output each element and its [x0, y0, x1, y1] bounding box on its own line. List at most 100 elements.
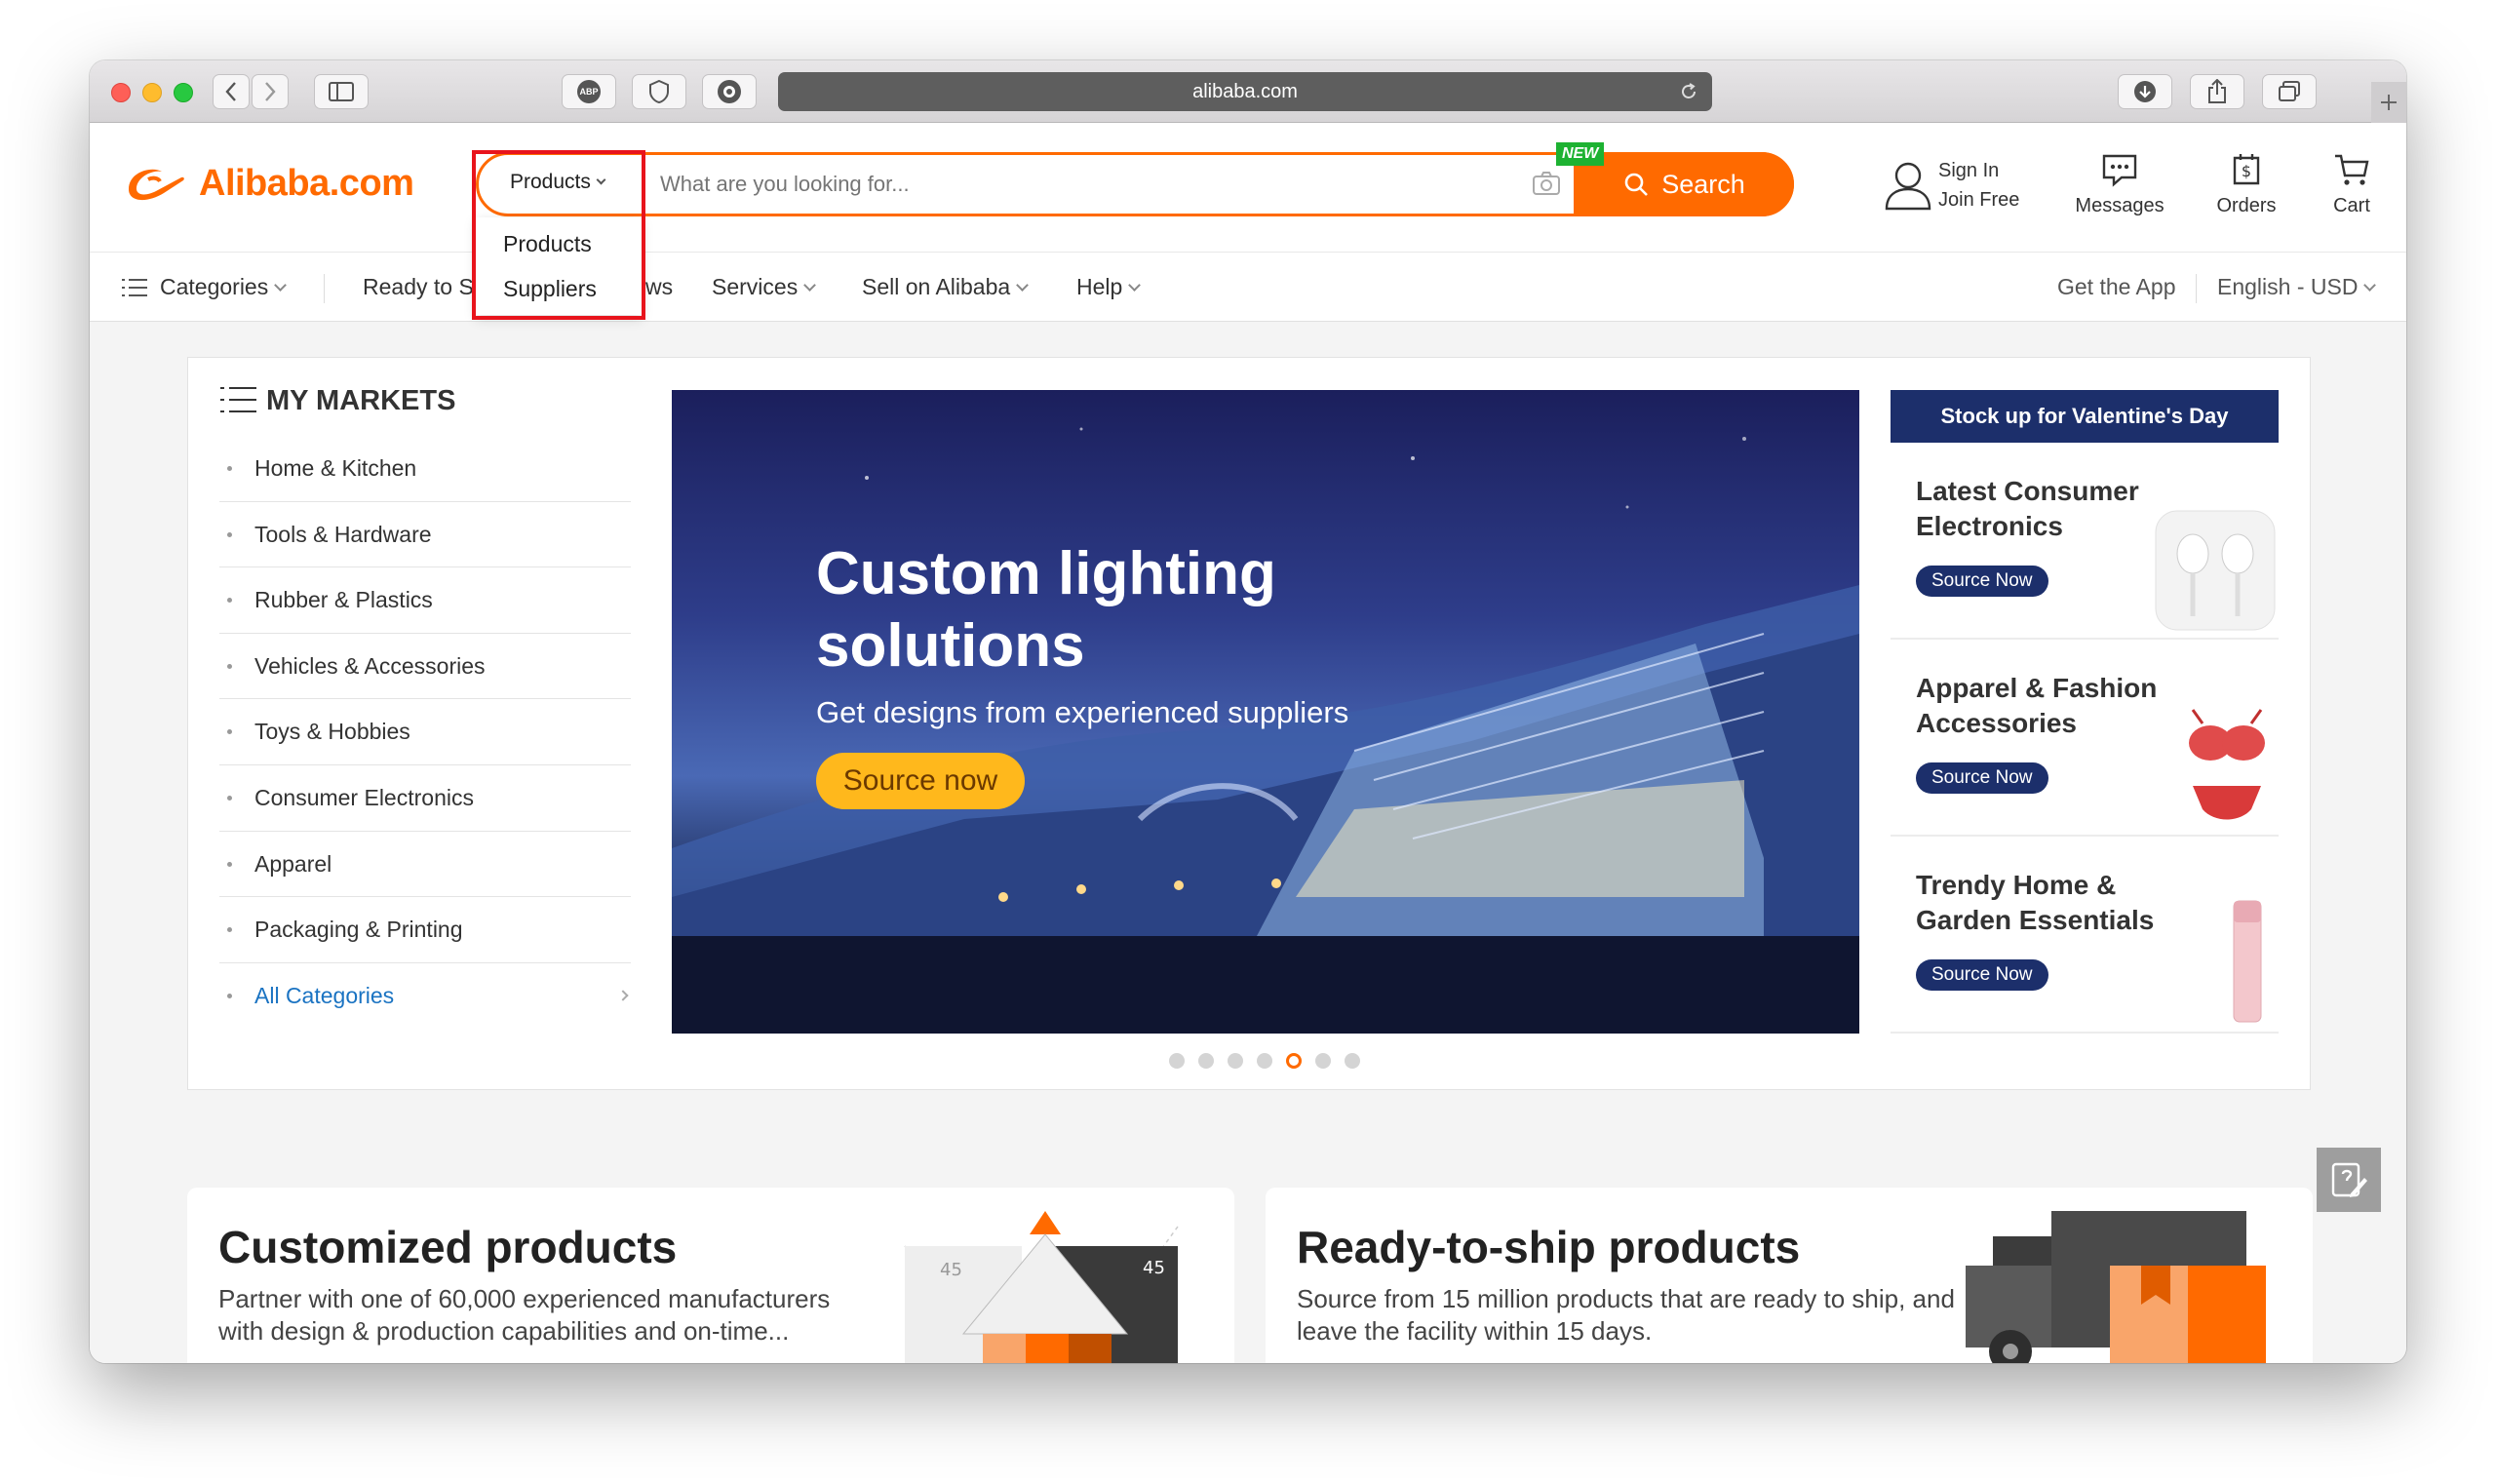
source-now-button[interactable]: Source Now: [1916, 762, 2048, 794]
orders-link[interactable]: $ Orders: [2207, 152, 2285, 217]
ready-to-ship-title: Ready-to-ship products: [1297, 1222, 1801, 1272]
new-tab-icon: [2381, 95, 2397, 110]
get-the-app-link[interactable]: Get the App: [2057, 274, 2175, 300]
address-bar[interactable]: alibaba.com: [778, 72, 1712, 111]
ready-to-ship-card[interactable]: Ready-to-ship products Source from 15 mi…: [1266, 1188, 2313, 1363]
nav-sell-label: Sell on Alibaba: [862, 274, 1011, 299]
market-item[interactable]: Tools & Hardware: [219, 502, 631, 568]
new-tab-button[interactable]: [2371, 82, 2406, 123]
join-free-link[interactable]: Join Free: [1938, 189, 2019, 212]
badge-number-right: 45: [1143, 1258, 1165, 1278]
nav-ready-to-ship-label: Ready to S: [363, 274, 474, 299]
carousel-dot[interactable]: [1228, 1053, 1243, 1069]
customized-products-card[interactable]: Customized products Partner with one of …: [187, 1188, 1234, 1363]
cart-label: Cart: [2333, 195, 2370, 216]
tab-overview-button[interactable]: [2262, 74, 2317, 109]
banner-title: Custom lighting solutions: [816, 538, 1276, 683]
search-input[interactable]: [660, 165, 1538, 204]
market-item[interactable]: Consumer Electronics: [219, 765, 631, 832]
share-button[interactable]: [2190, 74, 2244, 109]
market-item[interactable]: Apparel: [219, 832, 631, 898]
language-label: English - USD: [2217, 274, 2359, 299]
nav-services[interactable]: Services: [712, 274, 817, 300]
close-window-button[interactable]: [111, 83, 131, 102]
source-now-button[interactable]: Source Now: [1916, 566, 2048, 597]
privacy-extension-button[interactable]: [632, 74, 686, 109]
banner-source-now-button[interactable]: Source now: [816, 753, 1025, 809]
search-icon: [1624, 173, 1649, 196]
market-item[interactable]: Rubber & Plastics: [219, 567, 631, 634]
ready-to-ship-description: Source from 15 million products that are…: [1297, 1284, 1955, 1346]
url-text: alibaba.com: [1192, 80, 1298, 102]
hero-banner[interactable]: Custom lighting solutions Get designs fr…: [672, 390, 1859, 1034]
nav-categories[interactable]: Categories: [121, 274, 288, 300]
my-markets-heading: MY MARKETS: [219, 385, 455, 417]
nav-trade-shows[interactable]: ws: [645, 274, 673, 300]
svg-text:$: $: [2242, 162, 2251, 180]
feedback-icon: [2331, 1162, 2367, 1197]
adblock-extension-button[interactable]: ABP: [562, 74, 616, 109]
cart-link[interactable]: Cart: [2322, 152, 2381, 217]
camera-icon[interactable]: [1532, 171, 1561, 196]
alibaba-logo[interactable]: Alibaba.com: [123, 162, 414, 205]
truck-illustration: [1966, 1211, 2266, 1363]
downloads-button[interactable]: [2118, 74, 2172, 109]
earphones-image: [2155, 510, 2276, 631]
forward-icon: [265, 82, 276, 101]
promo-card-apparel[interactable]: Apparel & Fashion Accessories Source Now: [1891, 640, 2279, 837]
nav-help[interactable]: Help: [1076, 274, 1142, 300]
language-currency-select[interactable]: English - USD: [2217, 274, 2377, 300]
tabs-icon: [2279, 81, 2300, 101]
carousel-dot-active[interactable]: [1286, 1053, 1302, 1069]
nav-ready-to-ship[interactable]: Ready to S: [363, 274, 474, 300]
sidebar-button[interactable]: [314, 74, 369, 109]
carousel-dot[interactable]: [1198, 1053, 1214, 1069]
my-markets-title: MY MARKETS: [266, 385, 456, 416]
banner-title-line-2: solutions: [816, 612, 1085, 680]
new-badge: NEW: [1556, 142, 1605, 166]
alibaba-glyph-icon: [129, 169, 184, 201]
promo-card-electronics[interactable]: Latest Consumer Electronics Source Now: [1891, 443, 2279, 640]
get-the-app-label: Get the App: [2057, 274, 2176, 299]
promo-sidebar: Stock up for Valentine's Day Latest Cons…: [1891, 390, 2279, 1034]
market-item[interactable]: Home & Kitchen: [219, 436, 631, 502]
grammarly-extension-button[interactable]: [702, 74, 757, 109]
promo-card-home-garden[interactable]: Trendy Home & Garden Essentials Source N…: [1891, 837, 2279, 1034]
nav-categories-label: Categories: [160, 274, 269, 299]
orders-label: Orders: [2216, 195, 2277, 216]
back-button[interactable]: [213, 74, 250, 109]
feedback-button[interactable]: [2317, 1148, 2381, 1212]
orders-icon: $: [2233, 154, 2260, 185]
carousel-dot[interactable]: [1345, 1053, 1360, 1069]
search-button-label: Search: [1661, 169, 1745, 199]
shield-icon: [649, 80, 669, 103]
share-icon: [2208, 79, 2226, 103]
forward-button[interactable]: [252, 74, 289, 109]
reload-icon[interactable]: [1679, 82, 1698, 101]
minimize-window-button[interactable]: [142, 83, 162, 102]
messages-link[interactable]: Messages: [2071, 152, 2168, 217]
messages-label: Messages: [2075, 195, 2164, 216]
nav-services-label: Services: [712, 274, 799, 299]
search-button[interactable]: Search: [1574, 152, 1794, 216]
nav-sell-on-alibaba[interactable]: Sell on Alibaba: [862, 274, 1030, 300]
source-now-button[interactable]: Source Now: [1916, 959, 2048, 991]
sign-in-link[interactable]: Sign In: [1938, 160, 1999, 182]
market-item[interactable]: Vehicles & Accessories: [219, 634, 631, 700]
chevron-down-icon: [274, 279, 288, 292]
account-link[interactable]: Sign In Join Free: [1884, 158, 2040, 220]
carousel-dot[interactable]: [1315, 1053, 1331, 1069]
highlight-annotation-box: [472, 150, 645, 320]
customized-products-title: Customized products: [218, 1222, 678, 1272]
carousel-dot[interactable]: [1169, 1053, 1185, 1069]
banner-subtitle: Get designs from experienced suppliers: [816, 695, 1349, 729]
grammarly-icon: [718, 80, 741, 103]
browser-toolbar: ABP alibaba.com: [90, 60, 2406, 123]
all-categories-link[interactable]: All Categories: [219, 963, 631, 1030]
carousel-dot[interactable]: [1257, 1053, 1272, 1069]
zoom-window-button[interactable]: [174, 83, 193, 102]
promo-card-title: Latest Consumer Electronics: [1916, 476, 2139, 541]
market-item[interactable]: Toys & Hobbies: [219, 699, 631, 765]
promo-header[interactable]: Stock up for Valentine's Day: [1891, 390, 2279, 443]
market-item[interactable]: Packaging & Printing: [219, 897, 631, 963]
